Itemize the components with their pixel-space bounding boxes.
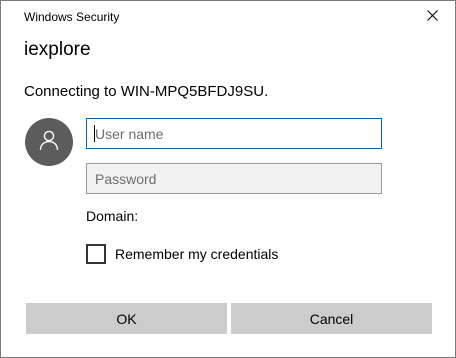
app-name-heading: iexplore <box>24 39 91 60</box>
avatar <box>25 118 73 166</box>
ok-button[interactable]: OK <box>26 303 227 334</box>
password-input[interactable] <box>86 163 382 194</box>
username-input[interactable] <box>86 118 382 149</box>
remember-credentials-checkbox[interactable]: Remember my credentials <box>86 244 278 264</box>
user-icon <box>38 129 60 156</box>
connection-message: Connecting to WIN-MPQ5BFDJ9SU. <box>24 83 269 100</box>
text-caret <box>94 125 95 142</box>
window-title: Windows Security <box>24 10 120 24</box>
checkbox-box[interactable] <box>86 244 106 264</box>
title-bar: Windows Security <box>1 1 455 33</box>
domain-label: Domain: <box>86 208 139 224</box>
close-icon <box>426 8 438 26</box>
close-button[interactable] <box>409 1 455 33</box>
cancel-button[interactable]: Cancel <box>231 303 432 334</box>
credential-dialog: Windows Security iexplore Connecting to … <box>0 0 456 358</box>
remember-credentials-label: Remember my credentials <box>115 246 279 262</box>
